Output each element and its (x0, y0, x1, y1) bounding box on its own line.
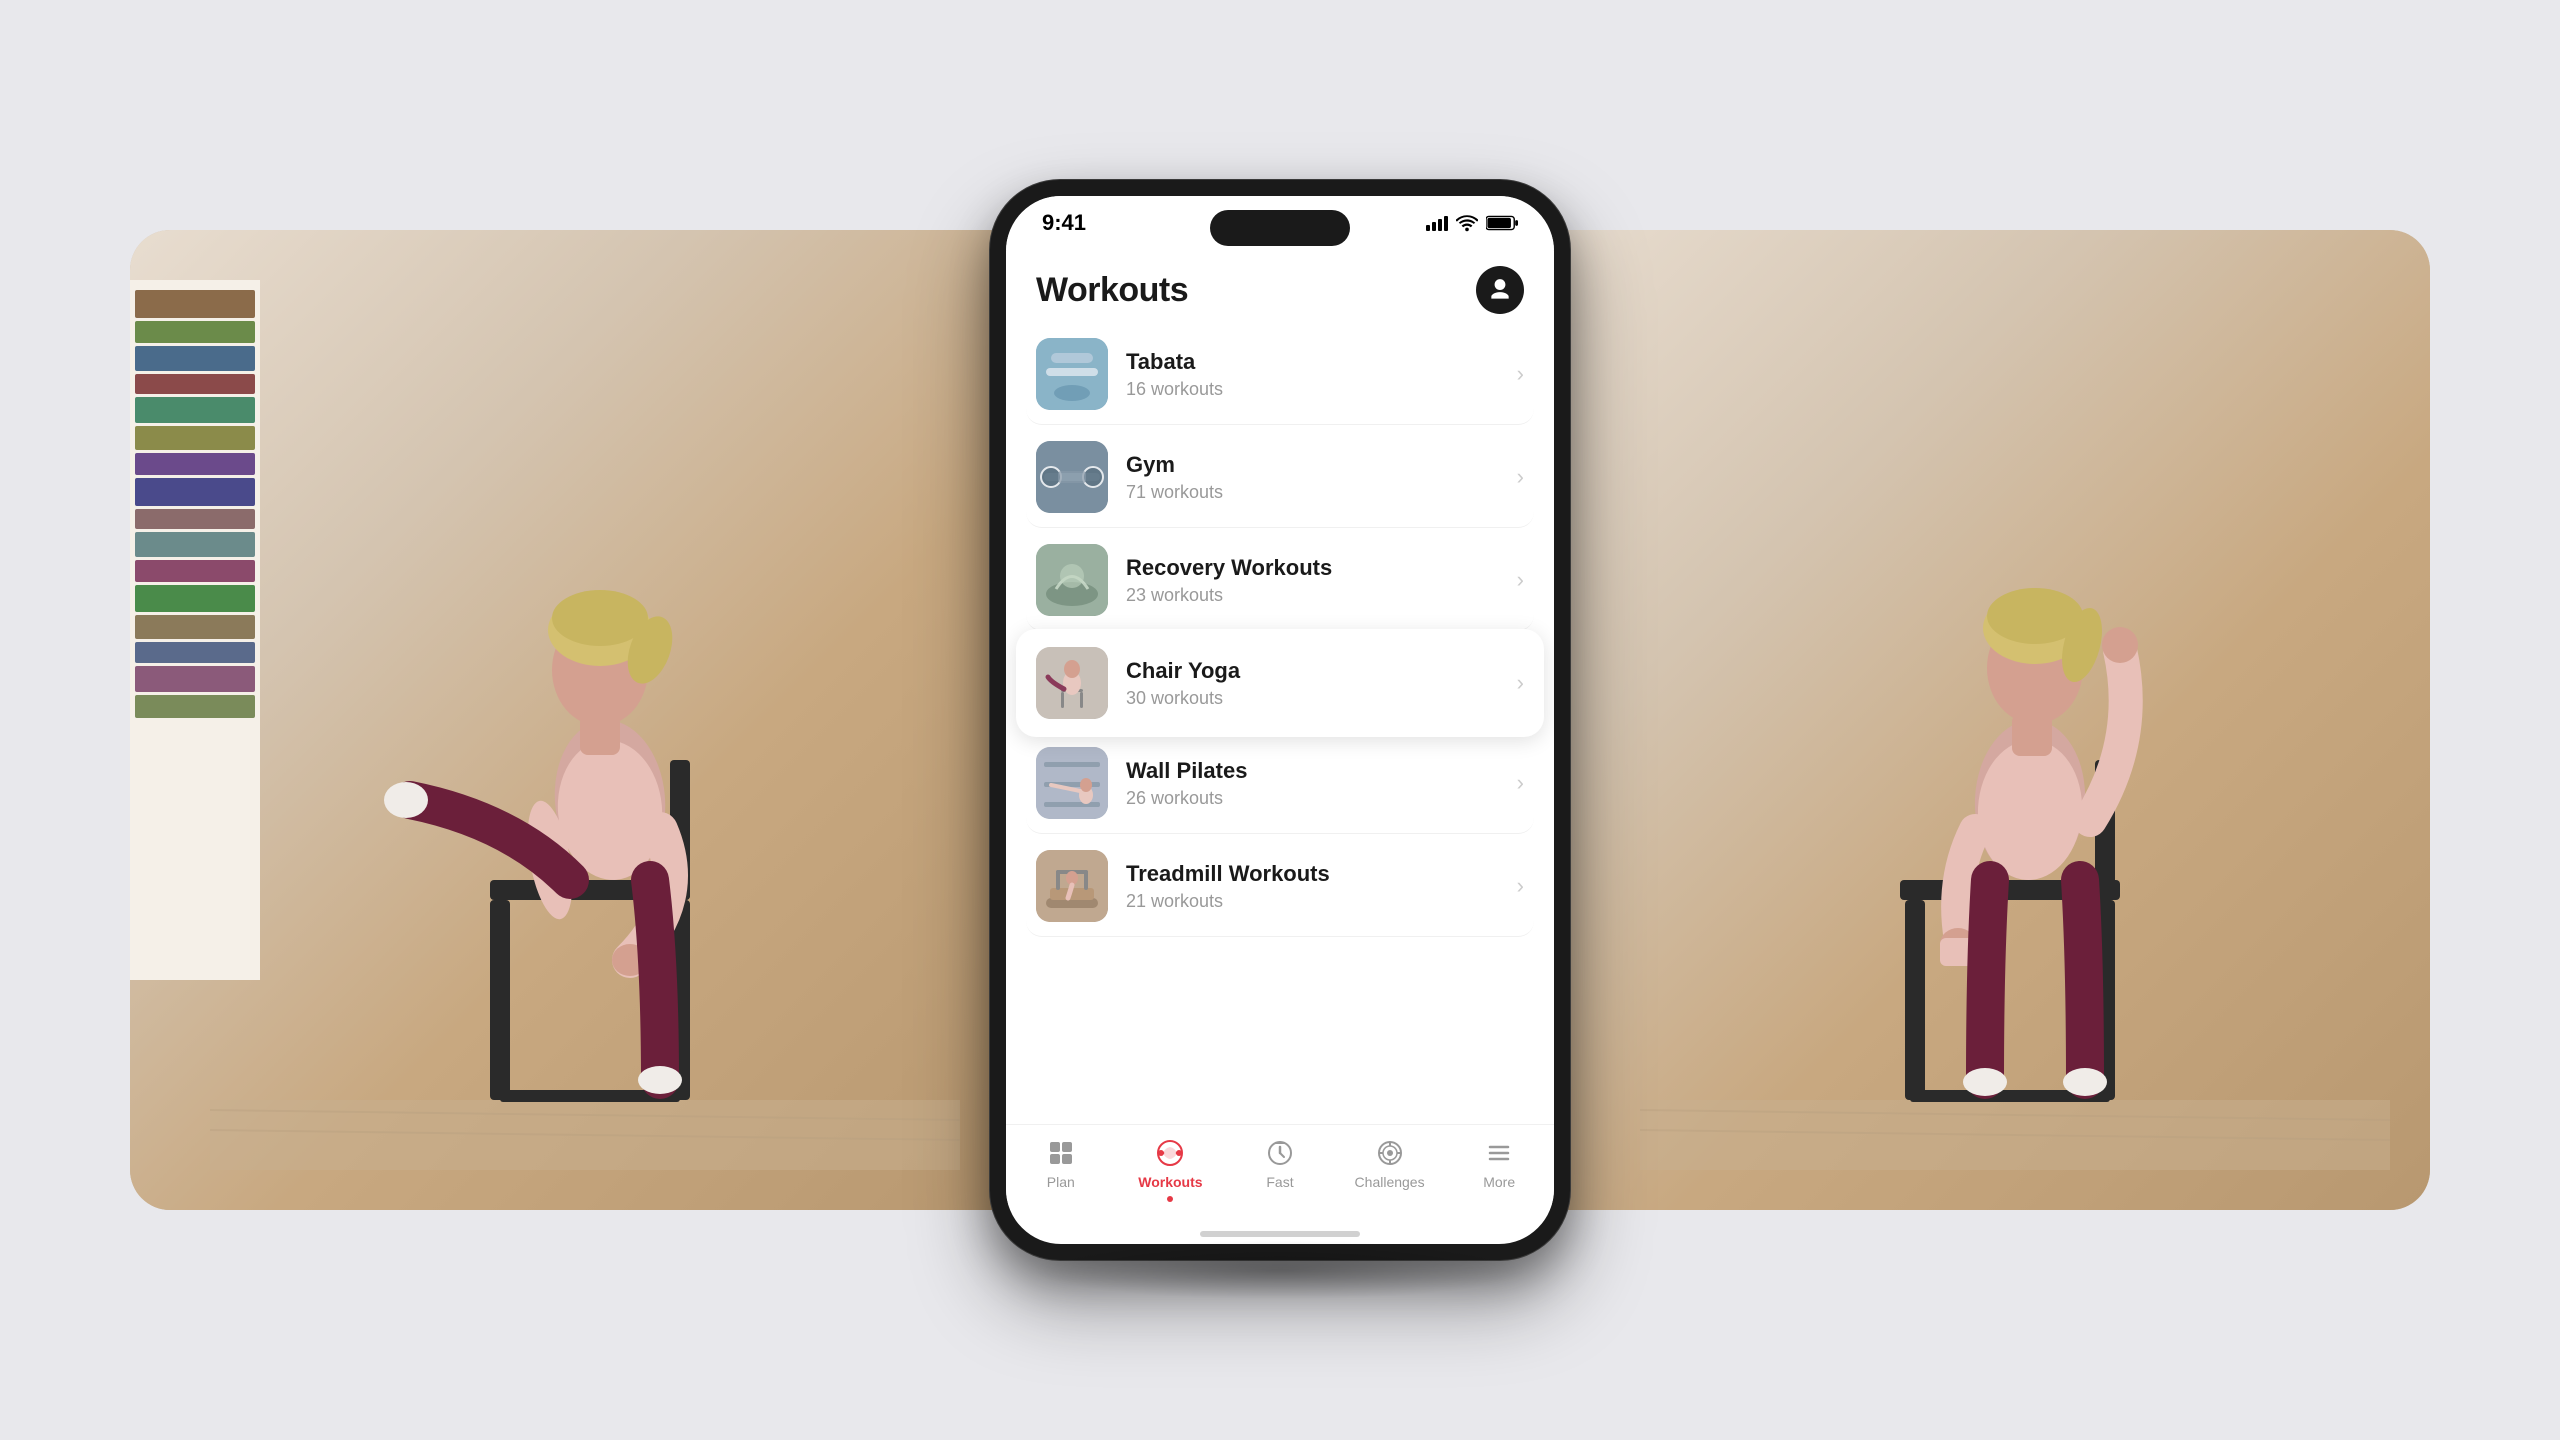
plan-icon (1045, 1137, 1077, 1169)
workout-name-gym: Gym (1126, 452, 1509, 478)
recovery-thumb-image (1036, 544, 1108, 616)
workout-item-treadmill[interactable]: Treadmill Workouts 21 workouts › (1026, 836, 1534, 937)
workout-info-recovery: Recovery Workouts 23 workouts (1126, 555, 1509, 606)
app-header: Workouts (1006, 250, 1554, 324)
workout-name-tabata: Tabata (1126, 349, 1509, 375)
workout-count-recovery: 23 workouts (1126, 585, 1509, 606)
workout-item-tabata[interactable]: Tabata 16 workouts › (1026, 324, 1534, 425)
battery-icon (1486, 215, 1518, 231)
dynamic-island (1210, 210, 1350, 246)
signal-icon (1426, 215, 1448, 231)
chevron-recovery: › (1517, 567, 1524, 593)
workout-item-gym[interactable]: Gym 71 workouts › (1026, 427, 1534, 528)
tab-label-challenges: Challenges (1355, 1174, 1425, 1190)
page-title: Workouts (1036, 271, 1188, 310)
workout-count-wall-pilates: 26 workouts (1126, 788, 1509, 809)
workout-info-treadmill: Treadmill Workouts 21 workouts (1126, 861, 1509, 912)
workout-count-treadmill: 21 workouts (1126, 891, 1509, 912)
tabata-thumb-image (1036, 338, 1108, 410)
tab-workouts[interactable]: Workouts (1130, 1137, 1210, 1190)
more-icon (1483, 1137, 1515, 1169)
wall-pilates-thumb-image (1036, 747, 1108, 819)
tab-challenges[interactable]: Challenges (1350, 1137, 1430, 1190)
tab-plan[interactable]: Plan (1021, 1137, 1101, 1190)
workout-thumb-recovery (1036, 544, 1108, 616)
chevron-wall-pilates: › (1517, 770, 1524, 796)
challenges-icon (1374, 1137, 1406, 1169)
workout-thumb-gym (1036, 441, 1108, 513)
workout-name-treadmill: Treadmill Workouts (1126, 861, 1509, 887)
phone-shadow (1030, 1240, 1530, 1300)
workout-info-gym: Gym 71 workouts (1126, 452, 1509, 503)
chair-yoga-thumb-image (1036, 647, 1108, 719)
workout-info-chair-yoga: Chair Yoga 30 workouts (1126, 658, 1509, 709)
tab-label-plan: Plan (1047, 1174, 1075, 1190)
right-person-illustration (1640, 320, 2390, 1170)
workout-list: Tabata 16 workouts › (1006, 324, 1554, 1124)
chevron-tabata: › (1517, 361, 1524, 387)
workout-count-gym: 71 workouts (1126, 482, 1509, 503)
workout-count-tabata: 16 workouts (1126, 379, 1509, 400)
scene: 9:41 (130, 120, 2430, 1320)
wifi-icon (1456, 214, 1478, 232)
profile-icon (1487, 277, 1513, 303)
fast-icon (1264, 1137, 1296, 1169)
chevron-treadmill: › (1517, 873, 1524, 899)
profile-button[interactable] (1476, 266, 1524, 314)
workout-item-wall-pilates[interactable]: Wall Pilates 26 workouts › (1026, 733, 1534, 834)
status-icons (1426, 214, 1518, 232)
tab-bar: Plan (1006, 1124, 1554, 1224)
workout-item-chair-yoga[interactable]: Chair Yoga 30 workouts › (1016, 629, 1544, 737)
workout-thumb-treadmill (1036, 850, 1108, 922)
chevron-gym: › (1517, 464, 1524, 490)
workout-thumb-chair-yoga (1036, 647, 1108, 719)
workout-item-recovery[interactable]: Recovery Workouts 23 workouts › (1026, 530, 1534, 631)
gym-thumb-image (1036, 441, 1108, 513)
tab-label-fast: Fast (1266, 1174, 1293, 1190)
phone-frame: 9:41 (990, 180, 1570, 1260)
workout-thumb-tabata (1036, 338, 1108, 410)
workout-name-wall-pilates: Wall Pilates (1126, 758, 1509, 784)
home-indicator-bar (1200, 1231, 1360, 1237)
workouts-icon (1154, 1137, 1186, 1169)
tab-label-more: More (1483, 1174, 1515, 1190)
tab-more[interactable]: More (1459, 1137, 1539, 1190)
workout-thumb-wall-pilates (1036, 747, 1108, 819)
left-person-illustration (210, 320, 960, 1170)
tab-label-workouts: Workouts (1138, 1174, 1202, 1190)
right-photo-panel (1530, 230, 2430, 1210)
tab-fast[interactable]: Fast (1240, 1137, 1320, 1190)
treadmill-thumb-image (1036, 850, 1108, 922)
left-photo-panel (130, 230, 1030, 1210)
workout-info-tabata: Tabata 16 workouts (1126, 349, 1509, 400)
workout-count-chair-yoga: 30 workouts (1126, 688, 1509, 709)
phone-screen: 9:41 (1006, 196, 1554, 1244)
workout-info-wall-pilates: Wall Pilates 26 workouts (1126, 758, 1509, 809)
workout-name-chair-yoga: Chair Yoga (1126, 658, 1509, 684)
phone-container: 9:41 (990, 180, 1570, 1260)
chevron-chair-yoga: › (1517, 670, 1524, 696)
status-time: 9:41 (1042, 210, 1086, 236)
workout-name-recovery: Recovery Workouts (1126, 555, 1509, 581)
